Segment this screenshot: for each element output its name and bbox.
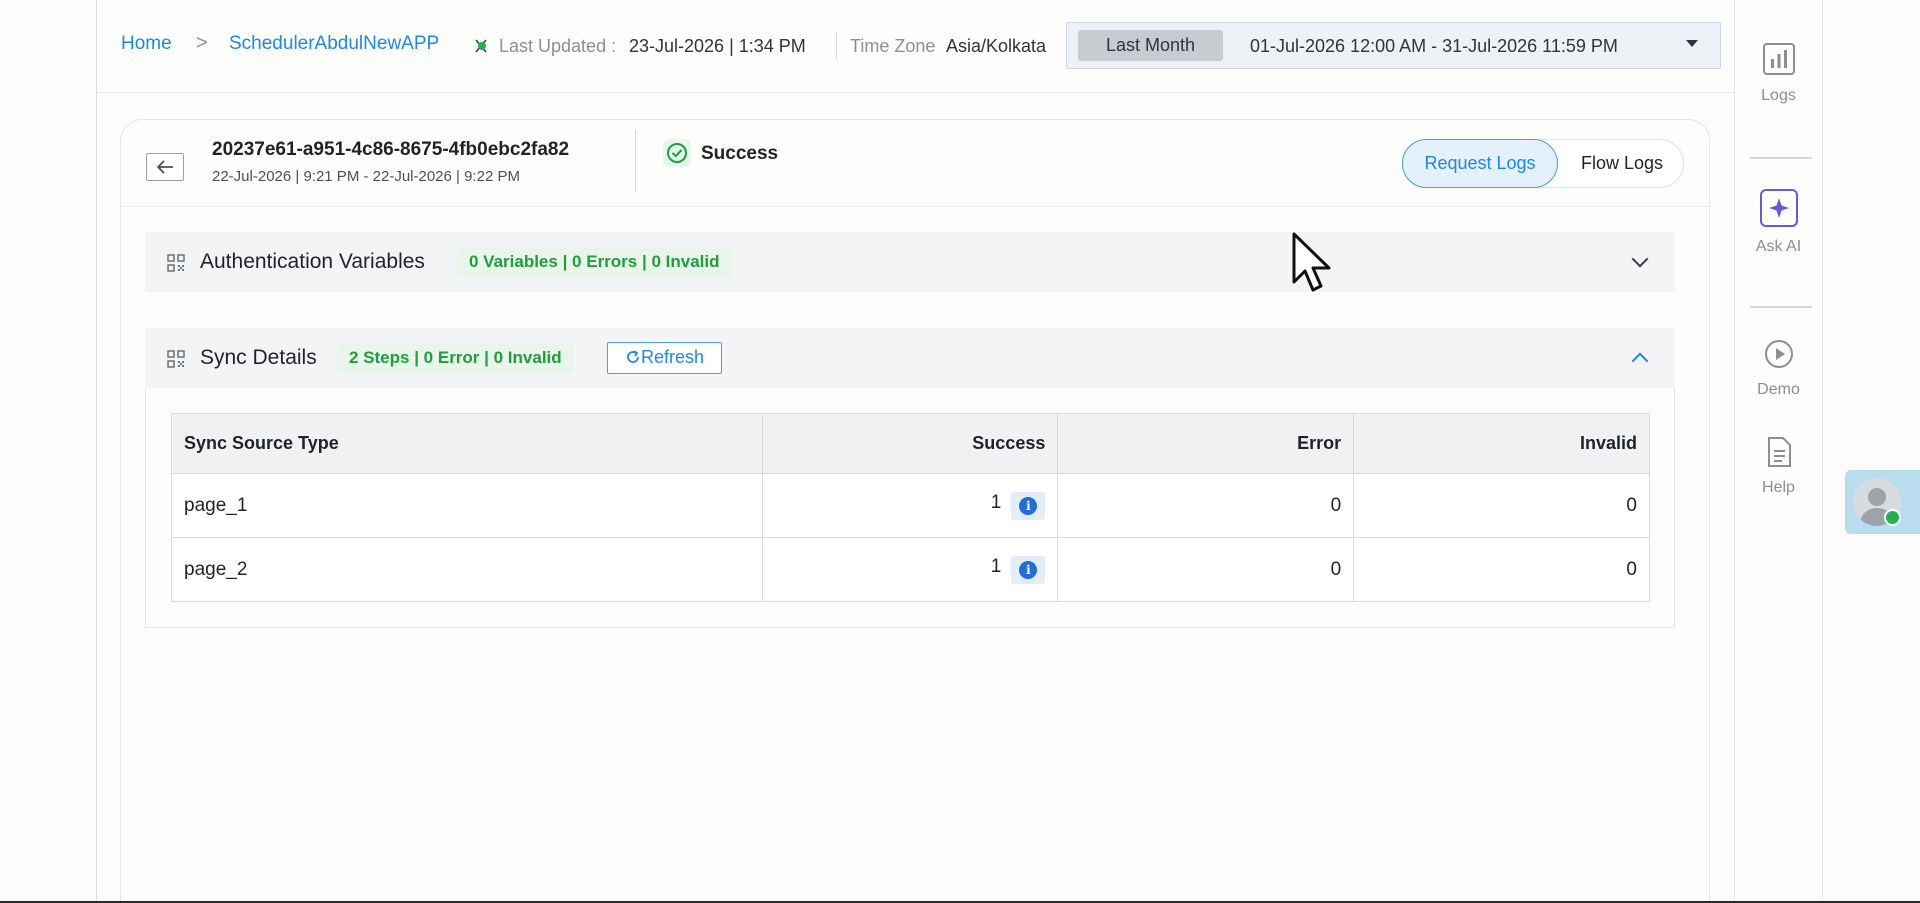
back-button[interactable] [146,153,184,181]
sync-source-cell: page_2 [171,537,763,602]
online-status-dot [1884,509,1901,526]
error-cell: 0 [1057,473,1355,538]
rail-divider [1750,306,1812,308]
info-button[interactable]: i [1011,555,1046,584]
rail-label-demo: Demo [1757,381,1800,398]
breadcrumb-home-link[interactable]: Home [121,33,172,55]
success-count: 1 [990,491,1002,513]
auth-variables-title: Authentication Variables [200,250,425,273]
request-id: 20237e61-a951-4c86-8675-4fb0ebc2fa82 [212,139,570,160]
document-icon [1767,437,1791,467]
rail-divider [1750,157,1812,159]
refresh-icon [627,350,639,363]
rail-label-ask-ai: Ask AI [1755,238,1802,255]
tab-flow-logs[interactable]: Flow Logs [1560,139,1684,188]
error-cell: 0 [1057,537,1355,602]
date-range-preset[interactable]: Last Month [1078,30,1223,61]
table-row: page_2 1i 0 0 [171,537,1650,602]
caret-down-icon[interactable] [1686,40,1698,47]
app-frame-left-border [96,0,97,903]
mouse-cursor-icon [1292,232,1331,292]
info-icon: i [1019,560,1038,579]
ai-sparkle-icon [1759,189,1798,227]
refresh-button[interactable]: Refresh [607,342,722,374]
arrow-left-icon [156,160,173,174]
column-header: Invalid [1353,413,1650,474]
column-header: Success [761,413,1059,474]
success-check-icon [663,139,691,167]
column-header: Error [1057,413,1355,474]
column-header: Sync Source Type [171,413,763,474]
divider [121,206,1709,207]
qr-grid-icon [167,254,185,272]
success-cell: 1i [761,537,1059,602]
divider [836,33,837,59]
auth-variables-badge: 0 Variables | 0 Errors | 0 Invalid [457,247,732,277]
breadcrumb-app-link[interactable]: SchedulerAbdulNewAPP [229,33,439,55]
request-status: Success [701,143,779,164]
sync-source-cell: page_1 [171,473,763,538]
rail-label-logs: Logs [1761,87,1796,104]
rail-label-help: Help [1762,479,1795,496]
table-row: page_1 1i 0 0 [171,473,1650,538]
rail-item-demo[interactable]: Demo [1734,338,1823,399]
last-updated-label: Last Updated : [499,36,617,56]
sync-details-title: Sync Details [200,346,317,369]
refresh-label: Refresh [640,347,705,367]
divider [635,130,636,193]
sync-status-icon [475,39,487,53]
success-cell: 1i [761,473,1059,538]
info-button[interactable]: i [1011,491,1046,520]
rail-item-ask-ai[interactable]: Ask AI [1734,189,1823,256]
bar-chart-icon [1762,43,1795,75]
table-header-row: Sync Source Type Success Error Invalid [171,413,1650,474]
breadcrumb-separator: > [196,32,208,54]
rail-item-logs[interactable]: Logs [1734,42,1823,105]
timezone-label: Time Zone [850,36,936,56]
qr-grid-icon [167,350,185,368]
timezone-value: Asia/Kolkata [946,36,1047,56]
last-updated-value: 23-Jul-2026 | 1:34 PM [629,36,806,56]
rail-item-help[interactable]: Help [1734,436,1823,497]
date-range-value[interactable]: 01-Jul-2026 12:00 AM - 31-Jul-2026 11:59… [1250,36,1618,57]
sync-details-badge: 2 Steps | 0 Error | 0 Invalid [337,343,574,373]
success-count: 1 [990,555,1002,577]
invalid-cell: 0 [1353,537,1650,602]
invalid-cell: 0 [1353,473,1650,538]
sync-details-table: Sync Source Type Success Error Invalid p… [171,413,1650,602]
info-icon: i [1019,496,1038,515]
tab-request-logs[interactable]: Request Logs [1402,139,1558,188]
play-circle-icon [1764,340,1793,368]
request-time-range: 22-Jul-2026 | 9:21 PM - 22-Jul-2026 | 9:… [212,168,520,185]
